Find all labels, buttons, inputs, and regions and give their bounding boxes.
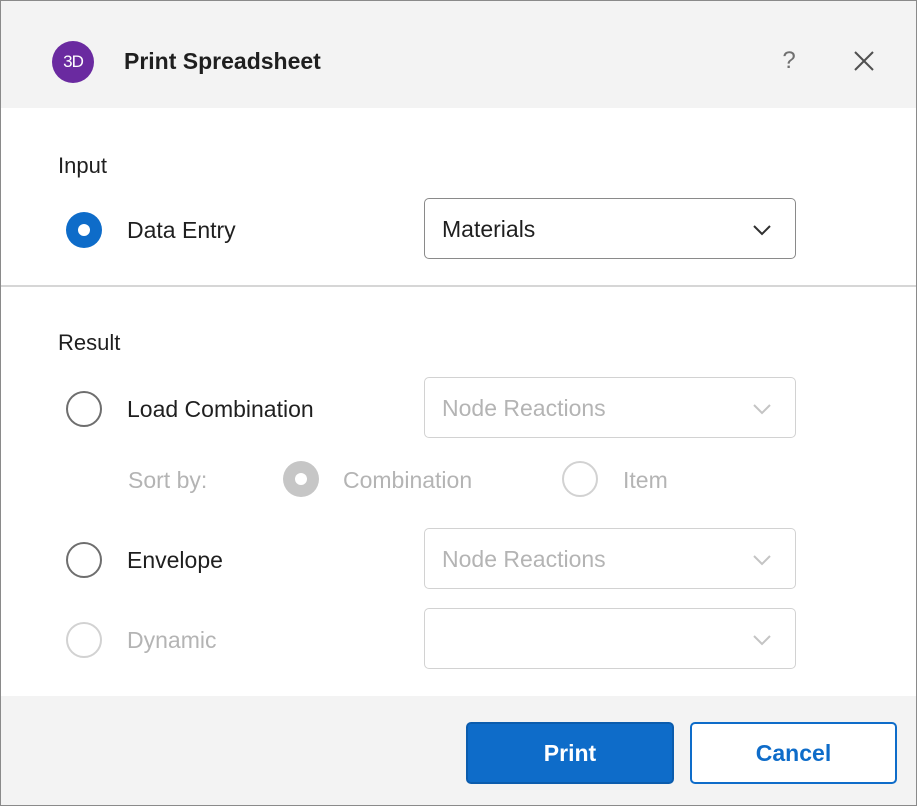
chevron-down-icon bbox=[753, 225, 771, 236]
data-entry-select[interactable]: Materials bbox=[424, 198, 796, 259]
sort-item-radio bbox=[562, 461, 598, 497]
envelope-select-value: Node Reactions bbox=[442, 546, 606, 572]
load-combination-label[interactable]: Load Combination bbox=[127, 396, 314, 423]
dynamic-select bbox=[424, 608, 796, 669]
sort-item-label: Item bbox=[623, 467, 668, 493]
dialog-title: Print Spreadsheet bbox=[124, 48, 321, 74]
load-combination-radio[interactable] bbox=[66, 391, 102, 427]
result-section-heading: Result bbox=[58, 330, 121, 355]
data-entry-radio[interactable] bbox=[66, 212, 102, 248]
dynamic-label: Dynamic bbox=[127, 627, 217, 653]
load-combination-select-value: Node Reactions bbox=[442, 395, 606, 421]
app-logo-icon: 3D bbox=[52, 41, 94, 83]
data-entry-select-value: Materials bbox=[442, 216, 536, 242]
data-entry-label[interactable]: Data Entry bbox=[127, 217, 236, 244]
envelope-label[interactable]: Envelope bbox=[127, 547, 223, 574]
sort-combination-radio bbox=[283, 461, 319, 497]
sort-by-label: Sort by: bbox=[128, 467, 208, 493]
print-spreadsheet-dialog: 3D Print Spreadsheet ? Input Data Entry … bbox=[0, 0, 917, 806]
chevron-down-icon bbox=[753, 555, 771, 566]
envelope-radio[interactable] bbox=[66, 542, 102, 578]
cancel-button[interactable]: Cancel bbox=[690, 722, 897, 784]
chevron-down-icon bbox=[753, 404, 771, 415]
section-divider bbox=[1, 285, 916, 287]
input-section-heading: Input bbox=[58, 153, 107, 178]
envelope-select: Node Reactions bbox=[424, 528, 796, 589]
print-button[interactable]: Print bbox=[466, 722, 674, 784]
title-bar: 3D Print Spreadsheet ? bbox=[1, 1, 916, 108]
close-button[interactable] bbox=[846, 43, 882, 79]
dynamic-radio bbox=[66, 622, 102, 658]
close-icon bbox=[854, 51, 874, 71]
sort-combination-label: Combination bbox=[343, 467, 473, 493]
chevron-down-icon bbox=[753, 635, 771, 646]
load-combination-select: Node Reactions bbox=[424, 377, 796, 438]
help-button[interactable]: ? bbox=[774, 43, 804, 79]
